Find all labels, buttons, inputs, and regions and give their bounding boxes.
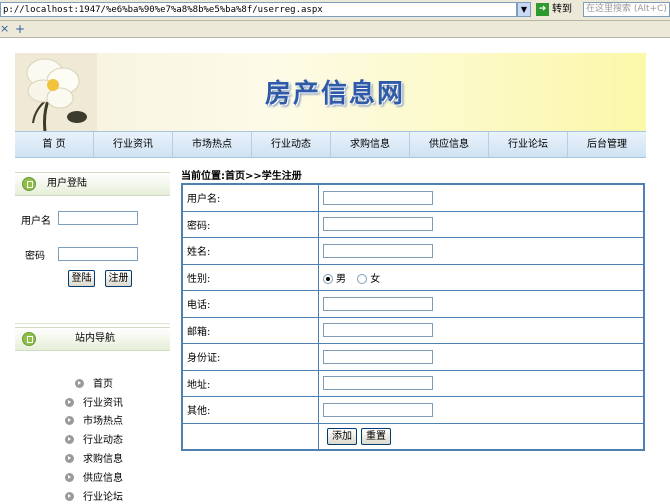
other-input[interactable] bbox=[323, 402, 433, 417]
phone-input[interactable] bbox=[323, 296, 433, 311]
arrow-right-icon bbox=[65, 454, 74, 463]
nav-forum[interactable]: 行业论坛 bbox=[489, 132, 568, 157]
search-input[interactable]: 在这里搜索 (Alt+C) bbox=[583, 2, 670, 17]
email-input[interactable] bbox=[323, 323, 433, 338]
registration-form: 用户名: 密码: 姓名: 性别: 男 女 电话: 邮箱: 身份证: 地址: 其他… bbox=[181, 183, 645, 451]
username-input[interactable] bbox=[323, 190, 433, 205]
address-input[interactable] bbox=[323, 376, 433, 391]
password-label: 密码 bbox=[25, 251, 45, 262]
breadcrumb: 当前位置:首页>>学生注册 bbox=[181, 171, 302, 182]
arrow-right-icon bbox=[65, 398, 74, 407]
form-row-email: 邮箱: bbox=[181, 316, 645, 344]
id-card-field-label: 身份证: bbox=[181, 343, 319, 371]
password-input[interactable] bbox=[323, 217, 433, 232]
user-login-icon bbox=[22, 177, 36, 191]
site-nav-icon bbox=[22, 332, 36, 346]
browser-toolbar: p://localhost:1947/%e6%ba%90%e7%a8%8b%e5… bbox=[0, 0, 670, 21]
form-row-gender: 性别: 男 女 bbox=[181, 263, 645, 291]
login-panel-header: 用户登陆 bbox=[15, 172, 170, 196]
site-nav-item-forum[interactable]: 行业论坛 bbox=[65, 488, 123, 503]
phone-field-label: 电话: bbox=[181, 290, 319, 318]
gender-male-label: 男 bbox=[336, 273, 346, 285]
nav-admin[interactable]: 后台管理 bbox=[568, 132, 646, 157]
nav-home[interactable]: 首 页 bbox=[15, 132, 94, 157]
go-button[interactable]: ➜ 转到 bbox=[536, 2, 572, 17]
site-nav-item-supply[interactable]: 供应信息 bbox=[65, 469, 123, 484]
login-button[interactable]: 登陆 bbox=[68, 270, 95, 287]
form-row-id-card: 身份证: bbox=[181, 343, 645, 371]
chevron-down-icon[interactable]: ▼ bbox=[517, 2, 531, 17]
address-field-label: 地址: bbox=[181, 369, 319, 397]
form-row-address: 地址: bbox=[181, 369, 645, 397]
site-nav-item-wanted[interactable]: 求购信息 bbox=[65, 450, 123, 465]
email-field-label: 邮箱: bbox=[181, 316, 319, 344]
form-row-password: 密码: bbox=[181, 210, 645, 238]
other-field-label: 其他: bbox=[181, 396, 319, 424]
sidebar-divider bbox=[15, 323, 170, 324]
site-nav-item-industry-trends[interactable]: 行业动态 bbox=[65, 431, 123, 446]
gender-field-label: 性别: bbox=[181, 263, 319, 291]
site-nav-title: 站内导航 bbox=[75, 333, 115, 344]
site-nav-item-market-hot[interactable]: 市场热点 bbox=[65, 412, 123, 427]
tab-bar: × + bbox=[0, 21, 670, 38]
flower-logo-icon bbox=[15, 53, 97, 131]
form-row-username: 用户名: bbox=[181, 183, 645, 212]
site-title: 房产信息网 bbox=[265, 79, 406, 109]
gender-female-label: 女 bbox=[370, 273, 381, 285]
nav-industry-news[interactable]: 行业资讯 bbox=[94, 132, 173, 157]
form-row-actions: 添加 重置 bbox=[181, 422, 645, 451]
login-username-input[interactable] bbox=[58, 211, 138, 225]
site-nav-item-industry-news[interactable]: 行业资讯 bbox=[65, 394, 123, 409]
reset-button[interactable]: 重置 bbox=[361, 427, 391, 445]
login-title: 用户登陆 bbox=[47, 178, 87, 189]
arrow-right-icon bbox=[65, 435, 74, 444]
username-field-label: 用户名: bbox=[181, 183, 319, 212]
gender-female-radio[interactable] bbox=[357, 273, 368, 284]
name-input[interactable] bbox=[323, 243, 433, 258]
username-label: 用户名 bbox=[21, 216, 51, 227]
arrow-right-icon bbox=[65, 473, 74, 482]
site-nav-item-home[interactable]: 首页 bbox=[75, 375, 113, 390]
add-button[interactable]: 添加 bbox=[327, 427, 357, 445]
form-row-phone: 电话: bbox=[181, 290, 645, 318]
arrow-right-icon bbox=[65, 416, 74, 425]
address-bar[interactable]: p://localhost:1947/%e6%ba%90%e7%a8%8b%e5… bbox=[0, 2, 517, 17]
register-button[interactable]: 注册 bbox=[105, 270, 132, 287]
arrow-right-icon bbox=[75, 379, 84, 388]
gender-male-radio[interactable] bbox=[323, 273, 333, 284]
nav-supply[interactable]: 供应信息 bbox=[410, 132, 489, 157]
nav-wanted[interactable]: 求购信息 bbox=[331, 132, 410, 157]
nav-industry-trends[interactable]: 行业动态 bbox=[252, 132, 331, 157]
arrow-right-icon bbox=[65, 492, 74, 501]
form-row-name: 姓名: bbox=[181, 237, 645, 265]
main-nav: 首 页 行业资讯 市场热点 行业动态 求购信息 供应信息 行业论坛 后台管理 bbox=[15, 131, 646, 158]
new-tab-icon[interactable]: + bbox=[15, 21, 25, 37]
id-card-input[interactable] bbox=[323, 349, 433, 364]
nav-market-hot[interactable]: 市场热点 bbox=[173, 132, 252, 157]
close-tab-icon[interactable]: × bbox=[0, 21, 9, 37]
name-field-label: 姓名: bbox=[181, 237, 319, 265]
login-password-input[interactable] bbox=[58, 247, 138, 261]
go-arrow-icon: ➜ bbox=[536, 2, 549, 16]
form-row-other: 其他: bbox=[181, 396, 645, 424]
password-field-label: 密码: bbox=[181, 210, 319, 238]
site-nav-header: 站内导航 bbox=[15, 327, 170, 351]
site-banner: 房产信息网 bbox=[15, 53, 646, 131]
